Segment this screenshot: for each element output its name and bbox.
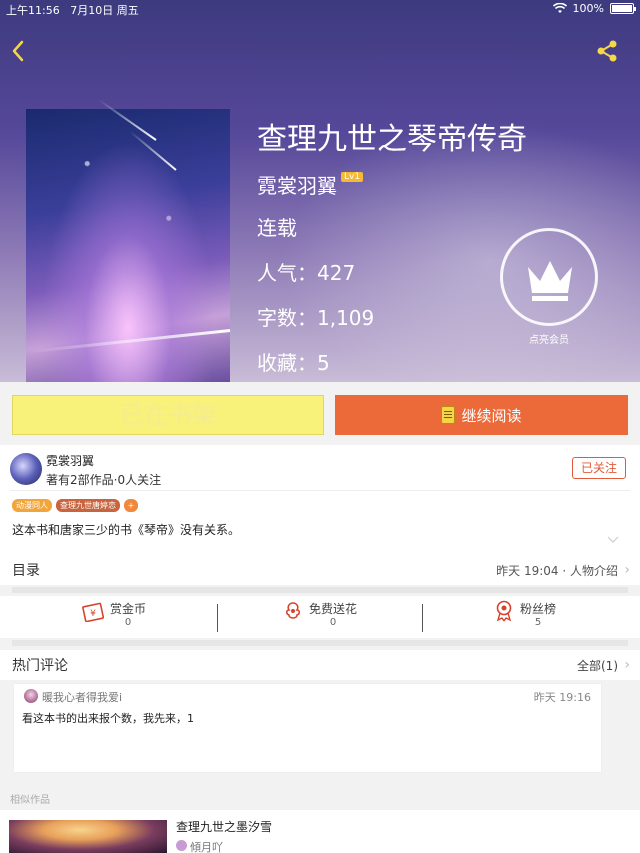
comment-text: 看这本书的出来报个数，我先来，1: [22, 712, 194, 725]
wifi-icon: [552, 3, 567, 13]
status-time-text: 上午11:56: [6, 4, 60, 17]
hot-comments-title: 热门评论: [12, 658, 68, 674]
chevron-down-icon[interactable]: [607, 536, 619, 544]
author-works-count: 著有2部作品·0人关注: [46, 473, 162, 487]
similar-work-item[interactable]: 查理九世之墨汐雪 傾月吖: [0, 810, 640, 853]
stat-value: 0: [124, 617, 132, 628]
book-cover[interactable]: [26, 99, 231, 382]
tag-list: 动漫同人 查理九世唐婷恋 +: [12, 499, 138, 512]
continue-reading-label: 继续阅读: [461, 406, 522, 425]
battery-icon: [610, 3, 636, 14]
commenter-avatar[interactable]: [24, 689, 38, 703]
cover-star-streak: [26, 329, 231, 354]
divider: [217, 604, 218, 632]
tag-item[interactable]: 动漫同人: [12, 499, 52, 512]
status-date: 7月10日 周五: [70, 4, 139, 17]
vip-button[interactable]: [500, 228, 598, 326]
word-count: 字数：1,109: [257, 306, 375, 330]
similar-work-title: 查理九世之墨汐雪: [176, 820, 273, 834]
book-icon: [441, 406, 456, 424]
divider: [422, 604, 423, 632]
fan-ranking-button[interactable]: 粉丝榜 5: [494, 600, 556, 628]
chevron-right-icon: ›: [624, 657, 630, 673]
author-panel-name[interactable]: 霓裳羽翼: [46, 452, 94, 469]
crown-icon: [528, 261, 572, 301]
section-separator: [12, 640, 628, 646]
section-separator: [12, 587, 628, 593]
flower-icon: [285, 602, 301, 619]
send-flower-button[interactable]: 免费送花 0: [283, 600, 357, 628]
similar-work-cover: [9, 820, 167, 853]
divider: [10, 490, 630, 491]
hot-comments-header: 热门评论 全部(1) ›: [0, 650, 640, 680]
share-button[interactable]: [594, 38, 620, 64]
author-avatar-icon: [176, 840, 187, 851]
toc-update: 昨天 19:04 · 人物介绍: [496, 564, 618, 578]
table-of-contents-row[interactable]: 目录 昨天 19:04 · 人物介绍 ›: [0, 555, 640, 585]
chevron-right-icon: ›: [624, 562, 630, 578]
stat-label: 粉丝榜: [520, 602, 557, 616]
commenter-name[interactable]: 暖我心者得我爱i: [42, 689, 122, 705]
svg-text:¥: ¥: [90, 609, 96, 619]
popularity: 人气：427: [257, 261, 356, 285]
status-right: 100%: [552, 2, 636, 15]
reward-coins-button[interactable]: ¥ 赏金币 0: [82, 600, 146, 628]
back-button[interactable]: [8, 38, 32, 64]
comment-time: 昨天 19:16: [533, 691, 591, 704]
more-tags-button[interactable]: +: [124, 499, 138, 512]
toc-title: 目录: [12, 563, 40, 579]
vip-label: 点亮会员: [529, 335, 569, 346]
stat-label: 赏金币: [110, 602, 147, 616]
similar-work-author: 傾月吖: [190, 841, 223, 853]
red-envelope-icon: ¥: [82, 602, 104, 622]
tag-item[interactable]: 查理九世唐婷恋: [56, 499, 120, 512]
medal-icon: [496, 600, 512, 622]
share-icon: [597, 40, 617, 62]
author-name[interactable]: 霓裳羽翼: [257, 170, 337, 199]
chevron-left-icon: [12, 40, 24, 62]
author-row[interactable]: 霓裳羽翼 Lv1: [257, 170, 364, 199]
favorites-count: 收藏：5: [257, 351, 330, 375]
in-shelf-button[interactable]: 已在书架: [12, 395, 324, 435]
stat-value: 5: [534, 617, 542, 628]
stats-bar: ¥ 赏金币 0 免费送花 0 粉丝榜 5: [0, 596, 640, 638]
all-comments-link[interactable]: 全部(1): [577, 657, 618, 674]
level-badge: Lv1: [341, 172, 364, 182]
book-description: 这本书和唐家三少的书《琴帝》没有关系。: [12, 523, 241, 537]
stat-label: 免费送花: [309, 602, 358, 616]
book-title: 查理九世之琴帝传奇: [257, 122, 527, 157]
status-bar: 上午11:56 7月10日 周五 100%: [0, 0, 640, 18]
comment-card[interactable]: 暖我心者得我爱i 昨天 19:16 看这本书的出来报个数，我先来，1: [13, 683, 602, 773]
author-avatar[interactable]: [10, 453, 42, 485]
similar-works-label: 相似作品: [10, 795, 50, 806]
stat-value: 0: [329, 617, 337, 628]
serial-status: 连载: [257, 216, 297, 240]
continue-reading-button[interactable]: 继续阅读: [335, 395, 628, 435]
status-time: 上午11:56 7月10日 周五: [6, 2, 139, 18]
follow-button[interactable]: 已关注: [572, 457, 626, 479]
battery-percent: 100%: [572, 2, 604, 15]
